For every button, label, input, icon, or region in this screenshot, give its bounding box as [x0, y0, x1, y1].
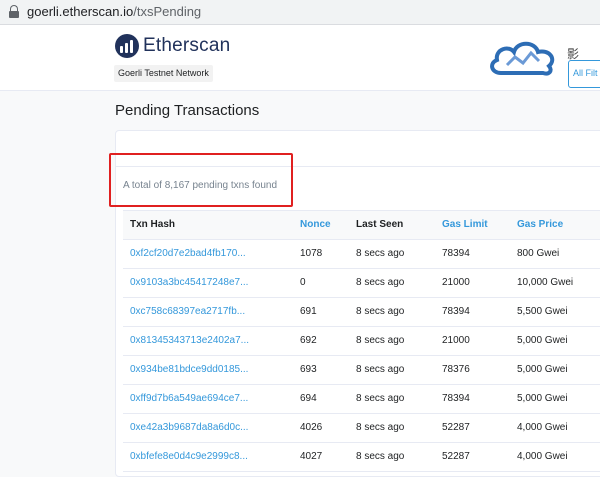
- nonce-cell: 694: [300, 393, 317, 404]
- pending-txns-table: Txn Hash Nonce Last Seen Gas Limit Gas P…: [123, 210, 600, 472]
- table-row: 0x81345343713e2402a7... 692 8 secs ago 2…: [123, 327, 600, 356]
- txn-hash-link[interactable]: 0xff9d7b6a549ae694ce7...: [130, 393, 248, 404]
- gas-limit-cell: 52287: [442, 422, 470, 433]
- gas-limit-cell: 78394: [442, 306, 470, 317]
- header-nonce[interactable]: Nonce: [300, 219, 331, 230]
- header-gas-limit[interactable]: Gas Limit: [442, 219, 488, 230]
- logo-text[interactable]: Etherscan: [143, 35, 230, 57]
- gas-price-cell: 5,500 Gwei: [517, 306, 568, 317]
- lock-icon: [9, 5, 19, 18]
- last-seen-cell: 8 secs ago: [356, 277, 405, 288]
- table-row: 0xe42a3b9687da8a6d0c... 4026 8 secs ago …: [123, 414, 600, 443]
- etherscan-logo-icon[interactable]: [115, 34, 139, 58]
- gas-limit-cell: 21000: [442, 335, 470, 346]
- nonce-cell: 4027: [300, 451, 323, 462]
- gas-price-cell: 4,000 Gwei: [517, 451, 568, 462]
- txn-hash-link[interactable]: 0x934be81bdce9dd0185...: [130, 364, 248, 375]
- highlight-annotation-box: [109, 153, 293, 207]
- last-seen-cell: 8 secs ago: [356, 364, 405, 375]
- table-header: Txn Hash Nonce Last Seen Gas Limit Gas P…: [123, 210, 600, 240]
- header-txn-hash: Txn Hash: [130, 219, 176, 230]
- gas-price-cell: 5,000 Gwei: [517, 335, 568, 346]
- header-last-seen: Last Seen: [356, 219, 404, 230]
- gas-limit-cell: 78376: [442, 364, 470, 375]
- nonce-cell: 4026: [300, 422, 323, 433]
- gas-limit-cell: 52287: [442, 451, 470, 462]
- txn-hash-link[interactable]: 0x9103a3bc45417248e7...: [130, 277, 248, 288]
- site-header: Etherscan Goerli Testnet Network 影 All F…: [0, 25, 600, 91]
- url-path: /txsPending: [133, 4, 202, 19]
- txn-hash-link[interactable]: 0xc758c68397ea2717fb...: [130, 306, 245, 317]
- header-gas-price[interactable]: Gas Price: [517, 219, 563, 230]
- nonce-cell: 0: [300, 277, 306, 288]
- last-seen-cell: 8 secs ago: [356, 248, 405, 259]
- url-domain: goerli.etherscan.io: [27, 4, 134, 19]
- filter-dropdown-button[interactable]: All Filt: [568, 60, 600, 88]
- gas-price-cell: 5,000 Gwei: [517, 364, 568, 375]
- gas-price-cell: 10,000 Gwei: [517, 277, 574, 288]
- browser-url-bar[interactable]: goerli.etherscan.io/txsPending: [0, 0, 600, 25]
- gas-limit-cell: 21000: [442, 277, 470, 288]
- page-title: Pending Transactions: [115, 102, 260, 119]
- table-row: 0x9103a3bc45417248e7... 0 8 secs ago 210…: [123, 269, 600, 298]
- gas-limit-cell: 78394: [442, 248, 470, 259]
- url-text[interactable]: goerli.etherscan.io/txsPending: [27, 4, 201, 19]
- last-seen-cell: 8 secs ago: [356, 393, 405, 404]
- cloud-watermark-icon: [490, 41, 555, 76]
- gas-price-cell: 800 Gwei: [517, 248, 560, 259]
- nonce-cell: 1078: [300, 248, 323, 259]
- gas-price-cell: 4,000 Gwei: [517, 422, 568, 433]
- last-seen-cell: 8 secs ago: [356, 335, 405, 346]
- last-seen-cell: 8 secs ago: [356, 422, 405, 433]
- table-row: 0xff9d7b6a549ae694ce7... 694 8 secs ago …: [123, 385, 600, 414]
- gas-price-cell: 5,000 Gwei: [517, 393, 568, 404]
- table-row: 0xf2cf20d7e2bad4fb170... 1078 8 secs ago…: [123, 240, 600, 269]
- nonce-cell: 691: [300, 306, 317, 317]
- nonce-cell: 692: [300, 335, 317, 346]
- last-seen-cell: 8 secs ago: [356, 306, 405, 317]
- txn-hash-link[interactable]: 0xf2cf20d7e2bad4fb170...: [130, 248, 246, 259]
- nonce-cell: 693: [300, 364, 317, 375]
- txn-hash-link[interactable]: 0xbfefe8e0d4c9e2999c8...: [130, 451, 248, 462]
- txn-hash-link[interactable]: 0x81345343713e2402a7...: [130, 335, 249, 346]
- last-seen-cell: 8 secs ago: [356, 451, 405, 462]
- txn-hash-link[interactable]: 0xe42a3b9687da8a6d0c...: [130, 422, 248, 433]
- table-row: 0xc758c68397ea2717fb... 691 8 secs ago 7…: [123, 298, 600, 327]
- network-badge: Goerli Testnet Network: [114, 65, 213, 82]
- table-row: 0xbfefe8e0d4c9e2999c8... 4027 8 secs ago…: [123, 443, 600, 472]
- table-row: 0x934be81bdce9dd0185... 693 8 secs ago 7…: [123, 356, 600, 385]
- gas-limit-cell: 78394: [442, 393, 470, 404]
